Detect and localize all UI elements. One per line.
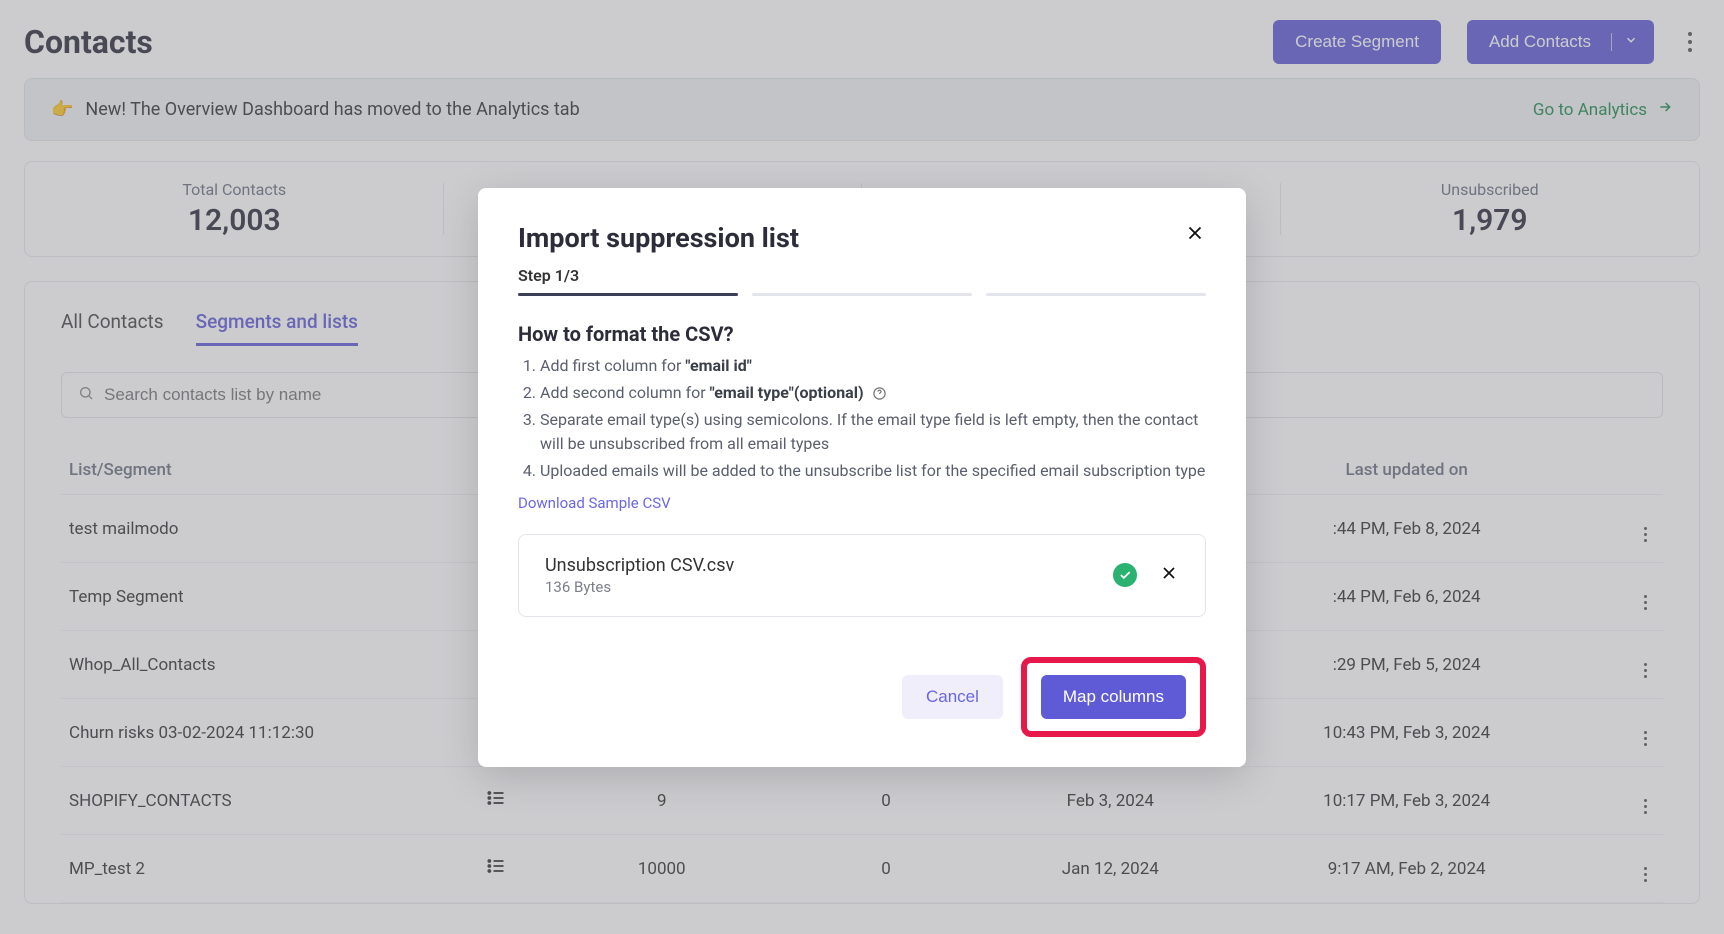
instruction-item: Separate email type(s) using semicolons.…	[540, 408, 1206, 458]
progress-step-1	[518, 293, 738, 296]
uploaded-file-card: Unsubscription CSV.csv 136 Bytes	[518, 534, 1206, 617]
success-check-icon	[1113, 563, 1137, 587]
import-suppression-modal: Import suppression list Step 1/3 How to …	[478, 188, 1246, 767]
instr-bold: "email id"	[685, 356, 751, 375]
instruction-item: Add second column for "email type"(optio…	[540, 381, 1206, 406]
progress-step-3	[986, 293, 1206, 296]
howto-heading: How to format the CSV?	[518, 322, 1206, 346]
instr-text: Add second column for	[540, 383, 710, 402]
file-name: Unsubscription CSV.csv	[545, 555, 734, 576]
instr-bold: "email type"(optional)	[710, 383, 864, 402]
download-sample-link[interactable]: Download Sample CSV	[518, 494, 671, 512]
instr-text: Add first column for	[540, 356, 685, 375]
modal-overlay[interactable]: Import suppression list Step 1/3 How to …	[0, 0, 1724, 934]
modal-header: Import suppression list	[518, 222, 1206, 254]
modal-title: Import suppression list	[518, 222, 799, 254]
progress-bars	[518, 293, 1206, 296]
cancel-button[interactable]: Cancel	[902, 675, 1003, 719]
instruction-item: Uploaded emails will be added to the uns…	[540, 459, 1206, 484]
remove-file-icon[interactable]	[1159, 563, 1179, 587]
help-icon[interactable]	[872, 386, 887, 401]
instructions-list: Add first column for "email id" Add seco…	[518, 354, 1206, 484]
step-indicator: Step 1/3	[518, 266, 1206, 285]
progress-step-2	[752, 293, 972, 296]
file-info: Unsubscription CSV.csv 136 Bytes	[545, 555, 734, 596]
file-actions	[1113, 563, 1179, 587]
map-columns-button[interactable]: Map columns	[1041, 675, 1186, 719]
close-icon[interactable]	[1184, 222, 1206, 248]
instruction-item: Add first column for "email id"	[540, 354, 1206, 379]
file-size: 136 Bytes	[545, 578, 734, 596]
highlighted-action: Map columns	[1021, 657, 1206, 737]
modal-footer: Cancel Map columns	[518, 657, 1206, 737]
